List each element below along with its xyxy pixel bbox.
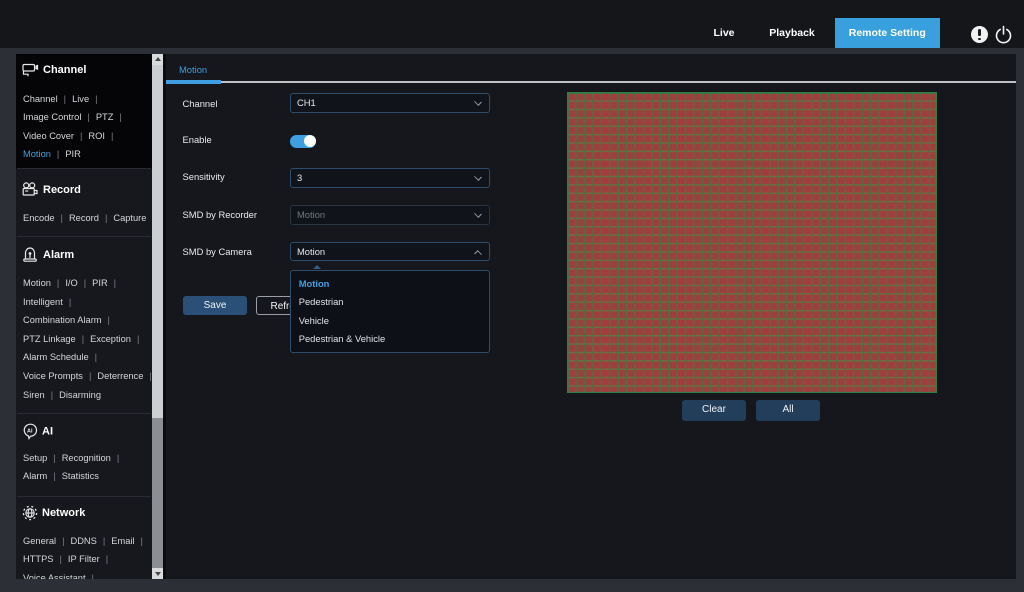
svg-text:AI: AI bbox=[27, 428, 33, 434]
